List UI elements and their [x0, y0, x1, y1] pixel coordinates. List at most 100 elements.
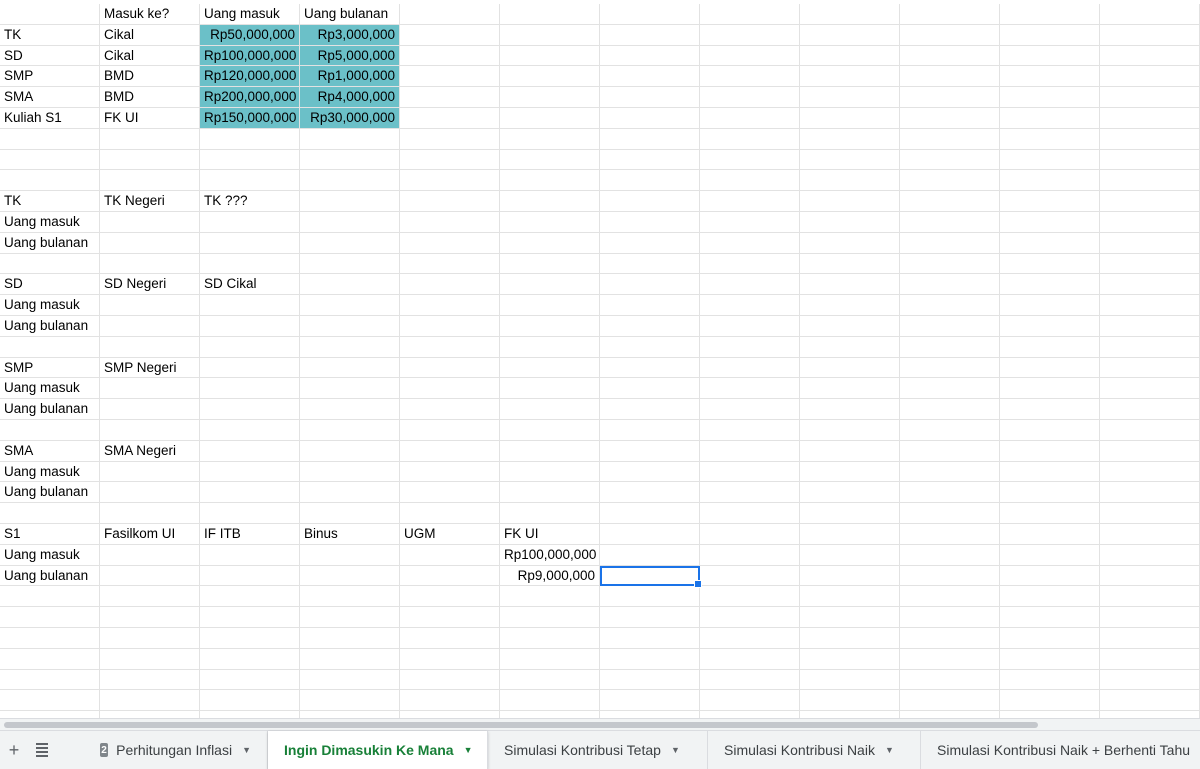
grid-cell[interactable]: [300, 503, 400, 524]
grid-cell[interactable]: Uang bulanan: [300, 4, 400, 25]
grid-cell[interactable]: [0, 607, 100, 628]
grid-cell[interactable]: [800, 295, 900, 316]
grid-cell[interactable]: [1100, 295, 1200, 316]
grid-cell[interactable]: [1000, 253, 1100, 275]
grid-cell[interactable]: [700, 669, 800, 691]
grid-cell[interactable]: [800, 45, 900, 67]
grid-cell[interactable]: [0, 669, 100, 691]
grid-cell[interactable]: [800, 149, 900, 171]
grid-cell[interactable]: [500, 45, 600, 67]
grid-cell[interactable]: [100, 420, 200, 441]
grid-cell[interactable]: [1000, 524, 1100, 545]
grid-cell[interactable]: [900, 212, 1000, 233]
grid-cell[interactable]: [600, 524, 700, 545]
grid-cell[interactable]: [200, 128, 300, 150]
grid-cell[interactable]: [600, 253, 700, 275]
grid-cell[interactable]: [400, 295, 500, 316]
grid-cell[interactable]: [500, 378, 600, 400]
grid-cell[interactable]: [900, 232, 1000, 254]
grid-cell[interactable]: [200, 336, 300, 358]
grid-cell[interactable]: SD: [0, 274, 100, 296]
grid-cell[interactable]: [800, 170, 900, 192]
grid-cell[interactable]: [500, 461, 600, 483]
grid-cell[interactable]: [1100, 170, 1200, 192]
grid-cell[interactable]: [400, 149, 500, 171]
grid-cell[interactable]: [800, 87, 900, 108]
grid-cell[interactable]: [800, 544, 900, 566]
grid-cell[interactable]: [500, 170, 600, 192]
grid-cell[interactable]: [800, 586, 900, 608]
grid-cell[interactable]: [500, 586, 600, 608]
grid-cell[interactable]: [1000, 149, 1100, 171]
grid-cell[interactable]: [0, 648, 100, 670]
grid-cell[interactable]: [600, 4, 700, 25]
grid-cell[interactable]: [800, 524, 900, 545]
grid-cell[interactable]: [400, 4, 500, 25]
grid-cell[interactable]: [500, 648, 600, 670]
grid-cell[interactable]: SMA: [0, 440, 100, 462]
grid-cell[interactable]: [900, 607, 1000, 628]
grid-cell[interactable]: [800, 503, 900, 524]
grid-cell[interactable]: [500, 295, 600, 316]
grid-cell[interactable]: [200, 586, 300, 608]
grid-cell[interactable]: Masuk ke?: [100, 4, 200, 25]
grid-cell[interactable]: [700, 232, 800, 254]
grid-cell[interactable]: [1000, 669, 1100, 691]
grid-cell[interactable]: [900, 378, 1000, 400]
grid-cell[interactable]: [600, 711, 700, 718]
grid-cell[interactable]: [600, 461, 700, 483]
grid-cell[interactable]: [600, 66, 700, 88]
grid-cell[interactable]: [100, 128, 200, 150]
grid-cell[interactable]: Cikal: [100, 45, 200, 67]
scrollbar-thumb[interactable]: [4, 722, 1038, 728]
grid-cell[interactable]: [900, 336, 1000, 358]
grid-cell[interactable]: Rp100,000,000: [500, 544, 600, 566]
grid-cell[interactable]: [300, 440, 400, 462]
grid-cell[interactable]: [800, 378, 900, 400]
grid-cell[interactable]: [400, 399, 500, 420]
grid-cell[interactable]: [300, 420, 400, 441]
chevron-down-icon[interactable]: ▼: [885, 745, 894, 755]
grid-cell[interactable]: [400, 274, 500, 296]
grid-cell[interactable]: [600, 607, 700, 628]
grid-cell[interactable]: [0, 628, 100, 649]
grid-cell[interactable]: [400, 212, 500, 233]
grid-cell[interactable]: [900, 128, 1000, 150]
grid-cell[interactable]: [400, 565, 500, 587]
grid-cell[interactable]: [600, 544, 700, 566]
grid-cell[interactable]: [900, 628, 1000, 649]
grid-cell[interactable]: SMP: [0, 357, 100, 379]
grid-cell[interactable]: [1000, 565, 1100, 587]
grid-cell[interactable]: [900, 108, 1000, 129]
grid-cell[interactable]: [800, 191, 900, 212]
grid-cell[interactable]: [800, 24, 900, 46]
grid-cell[interactable]: [300, 295, 400, 316]
grid-cell[interactable]: [1100, 45, 1200, 67]
grid-cell[interactable]: Kuliah S1: [0, 108, 100, 129]
grid-cell[interactable]: [1000, 690, 1100, 712]
grid-cell[interactable]: [200, 565, 300, 587]
grid-cell[interactable]: [0, 4, 100, 25]
grid-cell[interactable]: Uang bulanan: [0, 232, 100, 254]
grid-cell[interactable]: [600, 336, 700, 358]
all-sheets-button[interactable]: [28, 731, 56, 769]
grid-cell[interactable]: [1000, 711, 1100, 718]
grid-cell[interactable]: [1000, 440, 1100, 462]
grid-cell[interactable]: [0, 149, 100, 171]
grid-cell[interactable]: [200, 170, 300, 192]
grid-cell[interactable]: [1000, 378, 1100, 400]
grid-cell[interactable]: Uang bulanan: [0, 316, 100, 337]
grid-cell[interactable]: [300, 149, 400, 171]
grid-cell[interactable]: [900, 66, 1000, 88]
grid-cell[interactable]: [100, 482, 200, 504]
grid-cell[interactable]: TK: [0, 24, 100, 46]
grid-cell[interactable]: [300, 482, 400, 504]
grid-cell[interactable]: [400, 648, 500, 670]
grid-cell[interactable]: [1100, 191, 1200, 212]
grid-cell[interactable]: [1100, 128, 1200, 150]
grid-cell[interactable]: [1000, 191, 1100, 212]
grid-cell[interactable]: [300, 128, 400, 150]
grid-cell[interactable]: [500, 711, 600, 718]
grid-cell[interactable]: [700, 295, 800, 316]
grid-cell[interactable]: [300, 212, 400, 233]
